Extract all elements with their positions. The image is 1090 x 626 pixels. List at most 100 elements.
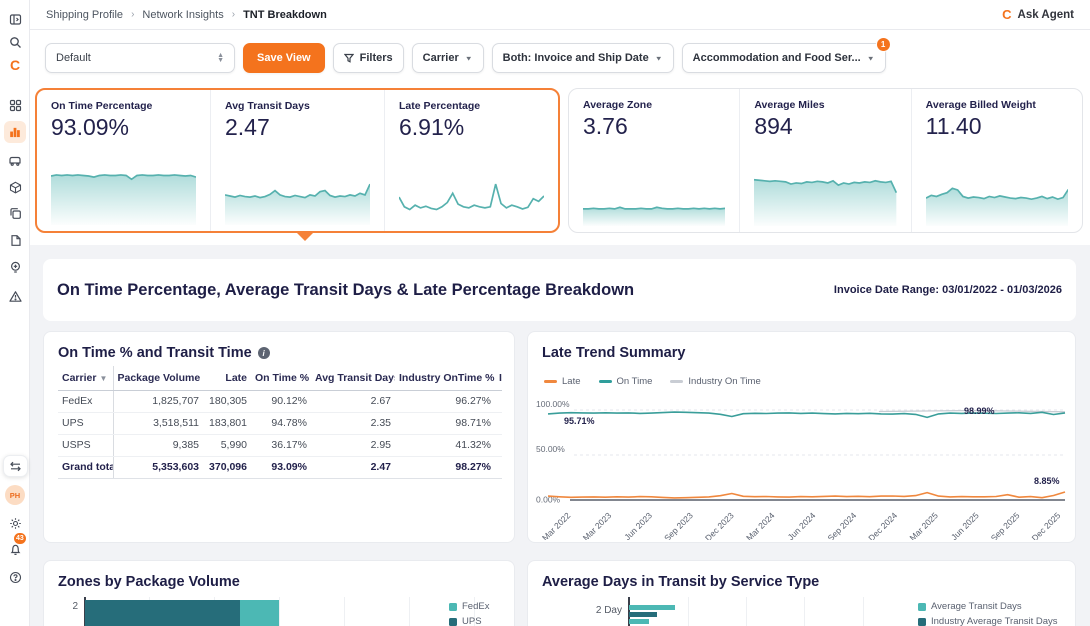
carrier-dropdown[interactable]: Carrier ▼ (412, 43, 484, 73)
cell: 36.17% (251, 434, 311, 456)
kpi-label: Average Miles (754, 99, 896, 111)
table-row-grand-total: Grand total5,353,603370,09693.09%2.4798.… (58, 456, 502, 478)
y-axis-category: 2 Day (578, 605, 622, 616)
legend-item-average-transit-days[interactable]: Average Transit Days (918, 601, 1058, 612)
cell: 41.32% (395, 434, 495, 456)
svg-text:Mar 2024: Mar 2024 (744, 510, 777, 540)
alerts-warning-icon[interactable] (0, 285, 30, 307)
chevron-down-icon: ▼ (655, 54, 663, 61)
table-row-fedex: FedEx1,825,707180,30590.12%2.6796.27% (58, 390, 502, 412)
kpi-sparkline (225, 165, 370, 225)
cell (495, 390, 502, 412)
gridline (344, 597, 345, 626)
save-view-button[interactable]: Save View (243, 43, 325, 73)
help-icon[interactable] (0, 566, 30, 588)
cell: 1,825,707 (113, 390, 203, 412)
bar[interactable] (629, 612, 657, 617)
ontime-transit-table-panel: On Time % and Transit Time i Carrier▼Pac… (43, 331, 515, 543)
analytics-icon-active[interactable] (4, 121, 26, 143)
dashboard-icon[interactable] (0, 94, 30, 116)
date-mode-dropdown[interactable]: Both: Invoice and Ship Date ▼ (492, 43, 674, 73)
legend-item-industry-average-transit-days[interactable]: Industry Average Transit Days (918, 616, 1058, 626)
kpi-card-avg-transit-days[interactable]: Avg Transit Days2.47 (210, 90, 384, 231)
cell: USPS (58, 434, 113, 456)
kpi-card-on-time-percentage[interactable]: On Time Percentage93.09% (37, 90, 210, 231)
transit-title: Average Days in Transit by Service Type (542, 574, 819, 590)
cell: 94.78% (251, 412, 311, 434)
legend-item-fedex[interactable]: FedEx (449, 601, 489, 612)
kpi-sparkline (754, 166, 896, 226)
legend-item-on-time[interactable]: On Time (599, 376, 653, 387)
chevron-down-icon: ▼ (867, 54, 875, 61)
kpi-value: 6.91% (399, 114, 544, 141)
kpi-card-average-zone[interactable]: Average Zone3.76 (569, 89, 739, 232)
idea-icon[interactable] (0, 257, 30, 279)
col-avg-transit-days: Avg Transit Days (311, 366, 395, 390)
industry-dropdown[interactable]: Accommodation and Food Ser... ▼ 1 (682, 43, 886, 73)
kpi-card-average-miles[interactable]: Average Miles894 (739, 89, 910, 232)
fleet-truck-icon[interactable] (0, 149, 30, 171)
cell: 2.35 (311, 412, 395, 434)
cell: 3,518,511 (113, 412, 203, 434)
svg-text:Dec 2025: Dec 2025 (1030, 510, 1063, 540)
funnel-icon (344, 53, 354, 63)
col-on-time: On Time % (251, 366, 311, 390)
notifications-bell-icon[interactable]: 43 (0, 538, 30, 560)
svg-text:100.00%: 100.00% (536, 399, 570, 409)
view-select[interactable]: Default ▲▼ (45, 43, 235, 73)
bar-segment-ups[interactable] (85, 600, 240, 626)
bar-segment-fedex[interactable] (240, 600, 279, 626)
copy-docs-icon[interactable] (0, 202, 30, 224)
legend-swatch-icon (449, 603, 457, 611)
cell (495, 412, 502, 434)
bar[interactable] (629, 619, 649, 624)
breadcrumb-network-insights[interactable]: Network Insights (142, 9, 223, 21)
chart-annotation: 8.85% (1034, 476, 1060, 486)
transfer-icon[interactable] (3, 455, 28, 477)
legend-swatch-icon (599, 380, 612, 383)
user-avatar[interactable]: PH (5, 485, 25, 505)
legend-swatch-icon (670, 380, 683, 383)
legend-label: Industry Average Transit Days (931, 616, 1058, 626)
search-icon[interactable] (0, 31, 30, 53)
col-carrier[interactable]: Carrier▼ (58, 366, 113, 390)
kpi-card-average-billed-weight[interactable]: Average Billed Weight11.40 (911, 89, 1082, 232)
sidebar-toggle-icon[interactable] (0, 8, 30, 30)
filter-count-badge: 1 (876, 37, 891, 52)
breadcrumb-shipping-profile[interactable]: Shipping Profile (46, 9, 123, 21)
late-trend-title: Late Trend Summary (542, 345, 685, 361)
legend-item-industry-on-time[interactable]: Industry On Time (670, 376, 760, 387)
kpi-label: Late Percentage (399, 100, 544, 112)
notification-badge: 43 (13, 532, 27, 545)
gridline (804, 597, 805, 626)
ask-agent-button[interactable]: C Ask Agent (1002, 7, 1074, 22)
zones-panel: Zones by Package Volume 2FedExUPS (43, 560, 515, 626)
kpi-card-late-percentage[interactable]: Late Percentage 6.91% (384, 90, 558, 231)
brand-logo[interactable]: C (0, 54, 30, 76)
cell (495, 434, 502, 456)
cell: 370,096 (203, 456, 251, 478)
svg-text:Dec 2024: Dec 2024 (866, 510, 899, 540)
bar[interactable] (629, 605, 675, 610)
document-icon[interactable] (0, 229, 30, 251)
legend-swatch-icon (544, 380, 557, 383)
cell: 9,385 (113, 434, 203, 456)
info-icon[interactable]: i (258, 347, 270, 359)
legend-item-ups[interactable]: UPS (449, 616, 489, 626)
filters-button[interactable]: Filters (333, 43, 404, 73)
svg-text:Jun 2024: Jun 2024 (786, 510, 818, 540)
legend-label: Average Transit Days (931, 601, 1022, 612)
chart-annotation: 98.99% (964, 406, 995, 416)
package-cube-icon[interactable] (0, 176, 30, 198)
cell: 98.71% (395, 412, 495, 434)
cell: 2.95 (311, 434, 395, 456)
chevron-down-icon: ▼ (465, 54, 473, 61)
legend-item-late[interactable]: Late (544, 376, 581, 387)
invoice-date-range: Invoice Date Range: 03/01/2022 - 01/03/2… (834, 284, 1062, 296)
settings-gear-icon[interactable] (0, 512, 30, 534)
cell: UPS (58, 412, 113, 434)
selected-group-arrow (296, 232, 314, 241)
table-header-row: Carrier▼Package VolumeLateOn Time %Avg T… (58, 366, 502, 390)
zones-title: Zones by Package Volume (58, 574, 240, 590)
kpi-value: 11.40 (926, 113, 1068, 140)
